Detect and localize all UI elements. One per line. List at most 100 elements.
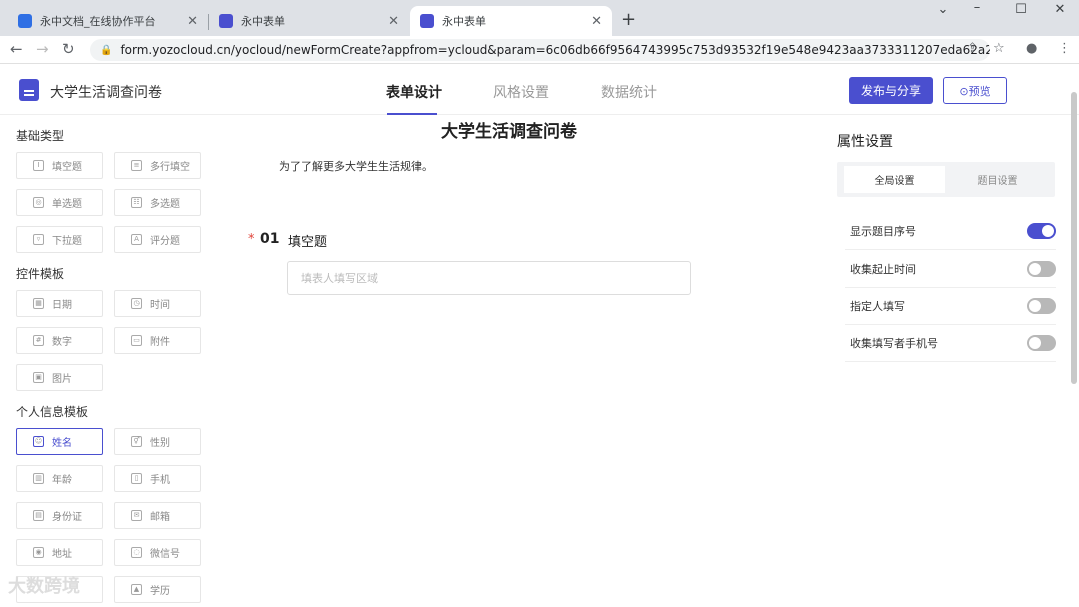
control-address[interactable]: ◉ 地址 [16, 539, 103, 566]
control-education[interactable]: ▲ 学历 [114, 576, 201, 603]
control-time[interactable]: ◷ 时间 [114, 290, 201, 317]
control-phone[interactable]: ▯ 手机 [114, 465, 201, 492]
toggle-collect-phone[interactable] [1027, 335, 1056, 351]
control-fill-blank[interactable]: I 填空题 [16, 152, 103, 179]
address-bar[interactable]: 🔒 form.yozocloud.cn/yocloud/newFormCreat… [90, 39, 990, 61]
section-title-personal-info: 个人信息模板 [16, 405, 89, 419]
browser-tab-1[interactable]: 永中文档_在线协作平台 ✕ [8, 6, 208, 36]
url-text: form.yozocloud.cn/yocloud/newFormCreate?… [120, 43, 990, 57]
control-label: 邮箱 [150, 512, 170, 523]
multiline-icon: ≡ [131, 160, 142, 171]
profile-avatar-icon[interactable]: ● [1026, 41, 1037, 56]
properties-title: 属性设置 [837, 134, 893, 150]
tab-search-chevron-icon[interactable]: ⌄ [928, 2, 958, 17]
wechat-icon: ◌ [131, 547, 142, 558]
education-icon: ▲ [131, 584, 142, 595]
control-label: 评分题 [150, 236, 180, 247]
control-label: 填空题 [52, 162, 82, 173]
bookmark-star-icon[interactable]: ☆ [993, 41, 1005, 56]
question-title[interactable]: 填空题 [288, 231, 327, 250]
setting-show-question-number: 显示题目序号 [845, 213, 1056, 250]
forward-arrow-icon[interactable]: → [36, 40, 49, 58]
back-arrow-icon[interactable]: ← [10, 40, 23, 58]
cake-icon: ▥ [33, 473, 44, 484]
close-tab-icon[interactable]: ✕ [187, 14, 198, 29]
setting-designated-filler: 指定人填写 [845, 288, 1056, 325]
control-gender[interactable]: ⚥ 性别 [114, 428, 201, 455]
new-tab-icon[interactable]: + [621, 9, 636, 30]
page-scrollbar[interactable] [1071, 92, 1077, 384]
control-email[interactable]: ✉ 邮箱 [114, 502, 201, 529]
browser-tab-2[interactable]: 永中表单 ✕ [209, 6, 409, 36]
yozo-form-favicon-icon [219, 14, 233, 28]
control-rating[interactable]: A 评分题 [114, 226, 201, 253]
yozo-form-favicon-icon [420, 14, 434, 28]
setting-collect-time: 收集起止时间 [845, 251, 1056, 288]
tab-title: 永中表单 [442, 15, 486, 28]
radio-icon: ◎ [33, 197, 44, 208]
minimize-icon[interactable]: – [962, 0, 992, 15]
text-input-icon: I [33, 160, 44, 171]
share-icon[interactable]: ⇪ [967, 41, 978, 56]
location-icon: ◉ [33, 547, 44, 558]
control-label: 微信号 [150, 549, 180, 560]
control-name[interactable]: ☺ 姓名 [16, 428, 103, 455]
browser-tab-3-active[interactable]: 永中表单 ✕ [410, 6, 612, 36]
control-label: 手机 [150, 475, 170, 486]
setting-label: 指定人填写 [850, 300, 905, 313]
close-window-icon[interactable]: ✕ [1045, 2, 1075, 17]
form-title[interactable]: 大学生活调查问卷 [441, 117, 577, 142]
preview-button[interactable]: ⊙预览 [943, 77, 1007, 104]
mail-icon: ✉ [131, 510, 142, 521]
control-date[interactable]: ▦ 日期 [16, 290, 103, 317]
control-attachment[interactable]: ▭ 附件 [114, 327, 201, 354]
settings-segmented-control: 全局设置 题目设置 [837, 162, 1055, 197]
phone-icon: ▯ [131, 473, 142, 484]
control-image[interactable]: ▣ 图片 [16, 364, 103, 391]
watermark: 大数跨境 [8, 576, 80, 597]
control-label: 多行填空 [150, 162, 190, 173]
reload-icon[interactable]: ↻ [62, 40, 75, 58]
person-icon: ☺ [33, 436, 44, 447]
publish-share-button[interactable]: 发布与分享 [849, 77, 933, 104]
tab-title: 永中表单 [241, 15, 285, 28]
app-header: 大学生活调查问卷 表单设计 风格设置 数据统计 发布与分享 ⊙预览 [0, 65, 1079, 115]
toggle-show-question-number[interactable] [1027, 223, 1056, 239]
tab-data-statistics[interactable]: 数据统计 [601, 82, 657, 102]
tab-style-settings[interactable]: 风格设置 [493, 82, 549, 102]
control-multiline[interactable]: ≡ 多行填空 [114, 152, 201, 179]
control-number[interactable]: # 数字 [16, 327, 103, 354]
control-multi-choice[interactable]: ☷ 多选题 [114, 189, 201, 216]
tab-global-settings[interactable]: 全局设置 [844, 166, 945, 193]
control-label: 图片 [52, 374, 72, 385]
clock-icon: ◷ [131, 298, 142, 309]
control-wechat[interactable]: ◌ 微信号 [114, 539, 201, 566]
question-number: 01 [260, 231, 280, 247]
active-tab-indicator [387, 113, 437, 115]
browser-tab-bar: 永中文档_在线协作平台 ✕ 永中表单 ✕ 永中表单 ✕ + ⌄ – ☐ ✕ [0, 0, 1079, 36]
maximize-icon[interactable]: ☐ [1006, 2, 1036, 17]
control-label: 多选题 [150, 199, 180, 210]
form-logo-icon [19, 79, 39, 101]
browser-menu-icon[interactable]: ⋮ [1058, 41, 1071, 56]
number-icon: # [33, 335, 44, 346]
close-tab-icon[interactable]: ✕ [388, 14, 399, 29]
tab-title: 永中文档_在线协作平台 [40, 15, 156, 28]
control-age[interactable]: ▥ 年龄 [16, 465, 103, 492]
control-dropdown[interactable]: ▿ 下拉题 [16, 226, 103, 253]
toggle-designated-filler[interactable] [1027, 298, 1056, 314]
close-tab-icon[interactable]: ✕ [591, 14, 602, 29]
browser-toolbar: ← → ↻ 🔒 form.yozocloud.cn/yocloud/newFor… [0, 36, 1079, 64]
lock-icon: 🔒 [100, 44, 113, 56]
control-single-choice[interactable]: ◎ 单选题 [16, 189, 103, 216]
tab-question-settings[interactable]: 题目设置 [947, 166, 1048, 193]
tab-form-design[interactable]: 表单设计 [386, 82, 442, 102]
setting-label: 显示题目序号 [850, 225, 916, 238]
yozo-docs-favicon-icon [18, 14, 32, 28]
toggle-collect-time[interactable] [1027, 261, 1056, 277]
control-id-card[interactable]: ▤ 身份证 [16, 502, 103, 529]
control-label: 身份证 [52, 512, 82, 523]
form-description[interactable]: 为了了解更多大学生生活规律。 [279, 158, 433, 174]
answer-input[interactable]: 填表人填写区域 [287, 261, 691, 295]
control-label: 学历 [150, 586, 170, 597]
